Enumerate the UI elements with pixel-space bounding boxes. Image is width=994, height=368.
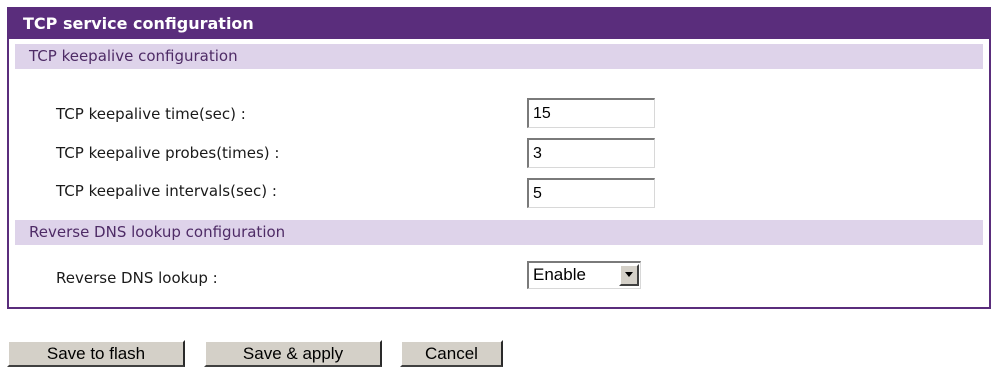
section-header-dns: Reverse DNS lookup configuration [15,220,983,245]
tcp-service-panel: TCP service configuration TCP keepalive … [7,7,991,309]
keepalive-time-input[interactable] [527,98,655,128]
reverse-dns-select-value: Enable [533,265,586,284]
cancel-button[interactable]: Cancel [400,340,503,367]
keepalive-probes-label: TCP keepalive probes(times) : [56,144,280,162]
save-to-flash-button[interactable]: Save to flash [7,340,185,367]
save-and-apply-button[interactable]: Save & apply [204,340,382,367]
keepalive-intervals-input[interactable] [527,178,655,208]
panel-title: TCP service configuration [9,9,989,39]
chevron-down-icon[interactable] [619,264,639,286]
reverse-dns-label: Reverse DNS lookup : [56,269,218,287]
keepalive-probes-input[interactable] [527,138,655,168]
section-header-keepalive: TCP keepalive configuration [15,44,983,69]
reverse-dns-select[interactable]: Enable [527,261,641,289]
keepalive-intervals-label: TCP keepalive intervals(sec) : [56,182,277,200]
keepalive-time-label: TCP keepalive time(sec) : [56,105,246,123]
